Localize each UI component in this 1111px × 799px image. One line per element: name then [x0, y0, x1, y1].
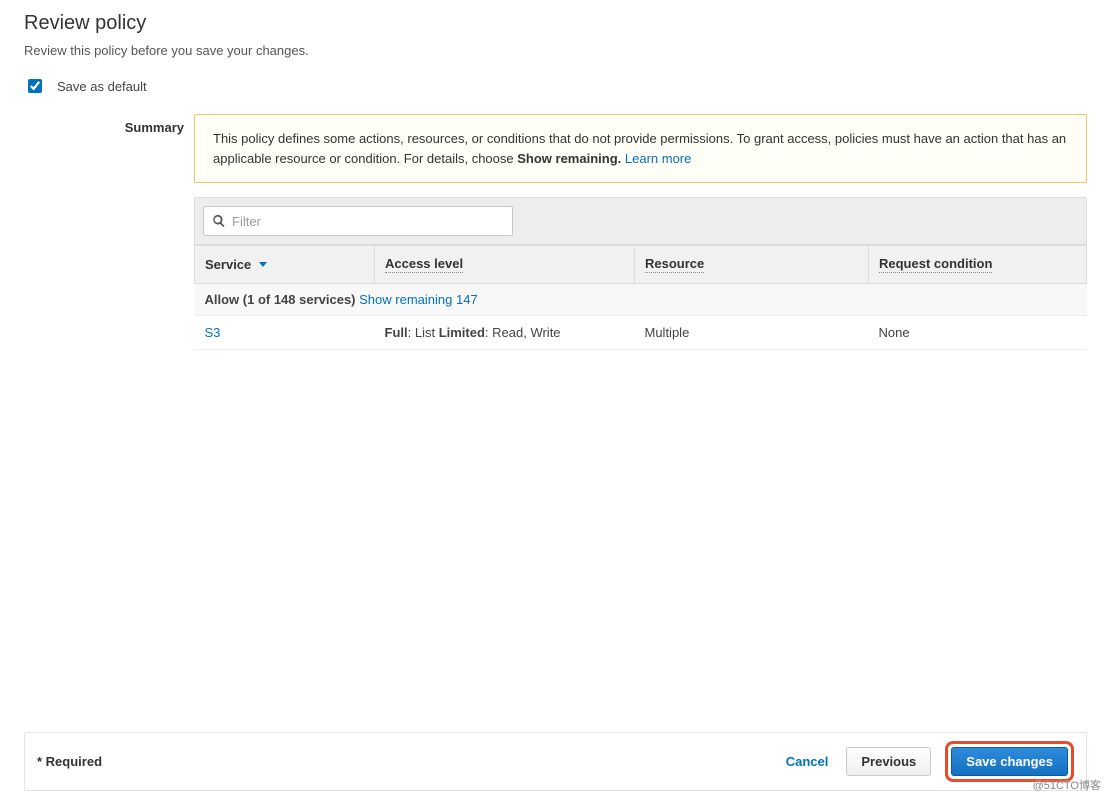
- save-default-checkbox[interactable]: [28, 79, 42, 93]
- access-full-label: Full: [385, 325, 408, 340]
- filter-input[interactable]: [226, 213, 504, 230]
- required-label: * Required: [37, 754, 102, 769]
- col-service-label: Service: [205, 257, 251, 272]
- allow-group-row: Allow (1 of 148 services) Show remaining…: [195, 284, 1087, 316]
- filter-bar: [194, 197, 1087, 245]
- cancel-button[interactable]: Cancel: [782, 748, 833, 775]
- col-service-header[interactable]: Service: [195, 246, 375, 284]
- policy-warning-alert: This policy defines some actions, resour…: [194, 114, 1087, 183]
- show-remaining-link[interactable]: Show remaining 147: [359, 292, 478, 307]
- summary-label: Summary: [24, 114, 194, 135]
- previous-button[interactable]: Previous: [846, 747, 931, 776]
- access-level-cell: Full: List Limited: Read, Write: [375, 316, 635, 350]
- allow-group-bold: Allow (1 of 148 services): [205, 292, 356, 307]
- col-access-label: Access level: [385, 256, 463, 273]
- filter-box[interactable]: [203, 206, 513, 236]
- footer-bar: * Required Cancel Previous Save changes: [24, 732, 1087, 791]
- save-highlight-box: Save changes: [945, 741, 1074, 782]
- access-limited-label: Limited: [439, 325, 485, 340]
- resource-cell: Multiple: [635, 316, 869, 350]
- access-limited-value: : Read, Write: [485, 325, 561, 340]
- request-cell: None: [869, 316, 1087, 350]
- learn-more-link[interactable]: Learn more: [625, 151, 691, 166]
- sort-caret-icon: [259, 262, 267, 267]
- col-access-header[interactable]: Access level: [375, 246, 635, 284]
- save-changes-button[interactable]: Save changes: [951, 747, 1068, 776]
- alert-bold: Show remaining.: [517, 151, 621, 166]
- access-full-value: : List: [408, 325, 439, 340]
- service-link[interactable]: S3: [205, 325, 221, 340]
- page-title: Review policy: [24, 12, 1087, 35]
- services-table: Service Access level Resource Request co…: [194, 245, 1087, 350]
- col-resource-label: Resource: [645, 256, 704, 273]
- search-icon: [212, 214, 226, 228]
- col-request-header[interactable]: Request condition: [869, 246, 1087, 284]
- table-row: S3 Full: List Limited: Read, Write Multi…: [195, 316, 1087, 350]
- col-resource-header[interactable]: Resource: [635, 246, 869, 284]
- save-default-label: Save as default: [57, 79, 147, 94]
- col-request-label: Request condition: [879, 256, 992, 273]
- page-subtitle: Review this policy before you save your …: [24, 43, 1087, 58]
